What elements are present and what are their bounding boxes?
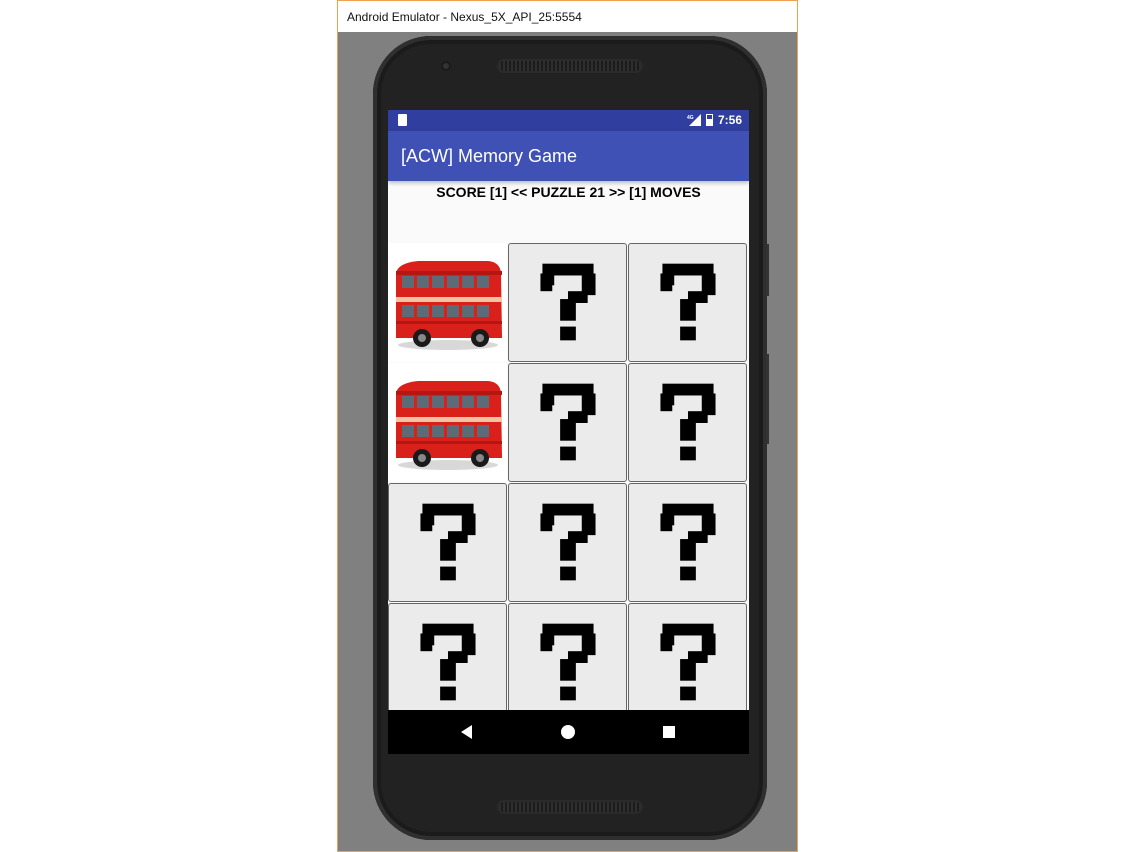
question-mark-icon xyxy=(660,383,716,461)
question-mark-icon xyxy=(660,263,716,341)
top-speaker xyxy=(497,59,643,73)
camera-icon xyxy=(441,61,451,71)
memory-card-revealed[interactable] xyxy=(388,243,507,362)
app-title: [ACW] Memory Game xyxy=(401,146,578,166)
question-mark-icon xyxy=(540,623,596,701)
memory-card-hidden[interactable] xyxy=(508,243,627,362)
memory-card-revealed[interactable] xyxy=(388,363,507,482)
memory-card-hidden[interactable] xyxy=(388,603,507,722)
question-mark-icon xyxy=(540,503,596,581)
memory-card-hidden[interactable] xyxy=(508,483,627,602)
sd-card-icon xyxy=(398,114,407,126)
device-screen: 4G 7:56 [ACW] Memory Game SCORE [1] << P… xyxy=(388,110,749,754)
recents-icon[interactable] xyxy=(660,723,678,741)
memory-card-hidden[interactable] xyxy=(628,483,747,602)
window-titlebar[interactable]: Android Emulator - Nexus_5X_API_25:5554 xyxy=(338,0,797,32)
status-bar: 4G 7:56 xyxy=(388,110,749,131)
volume-button[interactable] xyxy=(766,354,769,444)
bus-image xyxy=(396,381,502,470)
nav-bar xyxy=(388,710,749,754)
bottom-speaker xyxy=(497,800,643,814)
battery-icon xyxy=(705,114,713,126)
memory-card-hidden[interactable] xyxy=(628,603,747,722)
question-mark-icon xyxy=(660,623,716,701)
home-icon[interactable] xyxy=(559,723,577,741)
bus-image xyxy=(396,261,502,350)
app-bar: [ACW] Memory Game xyxy=(388,131,749,181)
question-mark-icon xyxy=(540,263,596,341)
memory-card-hidden[interactable] xyxy=(628,363,747,482)
memory-card-hidden[interactable] xyxy=(388,483,507,602)
status-right: 4G 7:56 xyxy=(687,113,742,127)
question-mark-icon xyxy=(540,383,596,461)
memory-card-hidden[interactable] xyxy=(508,603,627,722)
memory-card-hidden[interactable] xyxy=(508,363,627,482)
memory-card-hidden[interactable] xyxy=(628,243,747,362)
emulator-window: Android Emulator - Nexus_5X_API_25:5554 … xyxy=(337,0,798,852)
phone-frame: 4G 7:56 [ACW] Memory Game SCORE [1] << P… xyxy=(373,36,769,840)
network-label: 4G xyxy=(687,115,694,121)
score-line: SCORE [1] << PUZZLE 21 >> [1] MOVES xyxy=(436,184,701,200)
signal-icon: 4G xyxy=(687,114,701,126)
power-button[interactable] xyxy=(766,244,769,296)
back-icon[interactable] xyxy=(458,723,476,741)
status-time: 7:56 xyxy=(717,113,742,127)
question-mark-icon xyxy=(420,503,476,581)
question-mark-icon xyxy=(660,503,716,581)
window-title: Android Emulator - Nexus_5X_API_25:5554 xyxy=(347,10,582,24)
question-mark-icon xyxy=(420,623,476,701)
